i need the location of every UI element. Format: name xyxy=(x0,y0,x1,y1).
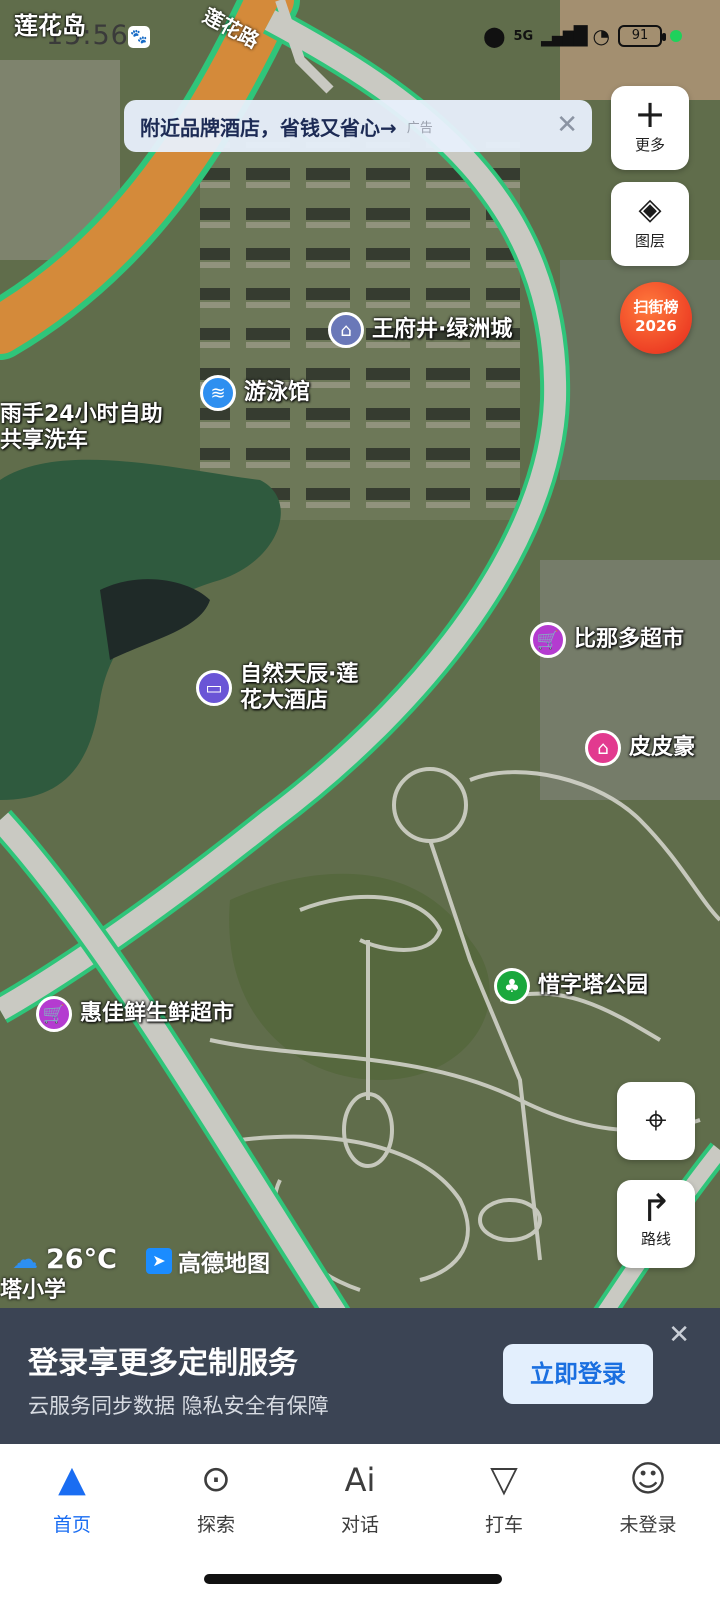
status-bar: 15:56 莲花岛 🐾 ⬤ 5G ▂▄▆█ ◔ 91 xyxy=(0,0,720,80)
tab-profile[interactable]: ☺ 未登录 xyxy=(576,1444,720,1600)
route-button[interactable]: ↱ 路线 xyxy=(617,1180,695,1268)
tab-label: 打车 xyxy=(484,1514,523,1536)
park-tree-icon: ♣ xyxy=(494,968,530,1004)
poi-hotel[interactable]: ▭ 自然天辰·莲花大酒店 xyxy=(196,662,380,714)
tab-label: 对话 xyxy=(340,1514,379,1536)
poi-school[interactable]: 塔小学 xyxy=(0,1272,66,1304)
location-icon: ⬤ xyxy=(483,24,506,48)
locate-button[interactable]: ⌖ xyxy=(617,1082,695,1160)
poi-label: 雨手24小时自助共享洗车 xyxy=(0,402,163,453)
wifi-icon: ◔ xyxy=(592,24,610,48)
hotel-bed-icon: ▭ xyxy=(196,670,232,706)
close-icon[interactable]: ✕ xyxy=(556,112,578,138)
swimming-icon: ≋ xyxy=(200,375,236,411)
route-label: 路线 xyxy=(640,1230,671,1248)
amap-logo-icon: ➤ xyxy=(146,1248,172,1274)
street-badge-line1: 扫街榜 xyxy=(633,298,679,316)
poi-pipihao[interactable]: ⌂ 皮皮豪 xyxy=(585,730,695,766)
street-badge-line2: 2026 xyxy=(635,317,677,335)
close-icon[interactable]: ✕ xyxy=(668,1320,690,1350)
home-indicator[interactable] xyxy=(204,1574,502,1584)
poi-label: 王府井·绿洲城 xyxy=(372,317,513,342)
shop-icon: ⌂ xyxy=(585,730,621,766)
current-location-name: 莲花岛 xyxy=(14,12,86,40)
amap-brand: ➤ 高德地图 xyxy=(146,1244,270,1278)
poi-label: 惜字塔公园 xyxy=(538,973,649,998)
tab-label: 首页 xyxy=(52,1514,91,1536)
tab-label: 探索 xyxy=(196,1514,235,1536)
more-label: 更多 xyxy=(634,136,665,154)
privacy-indicator-dot xyxy=(670,30,682,42)
battery-indicator: 91 xyxy=(618,25,666,47)
brand-name: 高德地图 xyxy=(178,1251,270,1277)
navigation-arrow-icon: ▲ xyxy=(58,1459,86,1500)
ad-tag: 广告 xyxy=(406,120,433,136)
login-prompt-panel: 登录享更多定制服务 云服务同步数据 隐私安全有保障 立即登录 ✕ xyxy=(0,1308,720,1444)
poi-label: 惠佳鲜生鲜超市 xyxy=(80,1001,235,1026)
ai-icon: Ai xyxy=(344,1461,376,1499)
more-button[interactable]: + 更多 xyxy=(611,86,689,170)
layers-button[interactable]: ◈ 图层 xyxy=(611,182,689,266)
location-pin-icon: ⊙ xyxy=(200,1459,232,1500)
route-icon: ↱ xyxy=(640,1186,672,1230)
poi-binaduo-supermarket[interactable]: 🛒 比那多超市 xyxy=(530,622,684,658)
poi-xizita-park[interactable]: ♣ 惜字塔公园 xyxy=(494,968,648,1004)
ad-banner[interactable]: 附近品牌酒店，省钱又省心→ 广告 ✕ xyxy=(124,100,592,152)
user-icon: ☺ xyxy=(629,1459,667,1500)
residential-icon: ⌂ xyxy=(328,312,364,348)
poi-wangfujing[interactable]: ⌂ 王府井·绿洲城 xyxy=(328,312,512,348)
taxi-icon: ▽ xyxy=(490,1459,518,1500)
poi-carwash[interactable]: 雨手24小时自助共享洗车 xyxy=(0,402,170,454)
signal-icon: ▂▄▆█ xyxy=(541,25,587,47)
plus-icon: + xyxy=(634,92,666,136)
ad-banner-text[interactable]: 附近品牌酒店，省钱又省心→ xyxy=(140,112,397,141)
poi-label: 皮皮豪 xyxy=(629,735,696,760)
street-ranking-badge[interactable]: 扫街榜 2026 xyxy=(620,282,692,354)
login-prompt-title: 登录享更多定制服务 xyxy=(28,1346,298,1381)
login-now-button[interactable]: 立即登录 xyxy=(503,1344,653,1404)
shopping-cart-icon: 🛒 xyxy=(530,622,566,658)
locate-icon: ⌖ xyxy=(645,1098,667,1142)
layers-icon: ◈ xyxy=(638,192,662,227)
poi-label: 游泳馆 xyxy=(244,380,311,405)
shopping-cart-icon: 🛒 xyxy=(36,996,72,1032)
login-prompt-subtitle: 云服务同步数据 隐私安全有保障 xyxy=(28,1394,329,1418)
poi-huijia-supermarket[interactable]: 🛒 惠佳鲜生鲜超市 xyxy=(36,996,234,1032)
tab-home[interactable]: ▲ 首页 xyxy=(0,1444,144,1600)
poi-swimming-pool[interactable]: ≋ 游泳馆 xyxy=(200,375,310,411)
layers-label: 图层 xyxy=(634,232,665,250)
weather-widget[interactable]: ☁ 26°C xyxy=(12,1244,117,1275)
tab-label: 未登录 xyxy=(619,1514,677,1536)
poi-label: 比那多超市 xyxy=(574,627,685,652)
cloud-icon: ☁ xyxy=(12,1244,38,1275)
temperature: 26°C xyxy=(46,1244,117,1275)
poi-label: 自然天辰·莲花大酒店 xyxy=(240,662,359,713)
paw-icon: 🐾 xyxy=(128,26,150,48)
network-type: 5G xyxy=(513,28,534,44)
